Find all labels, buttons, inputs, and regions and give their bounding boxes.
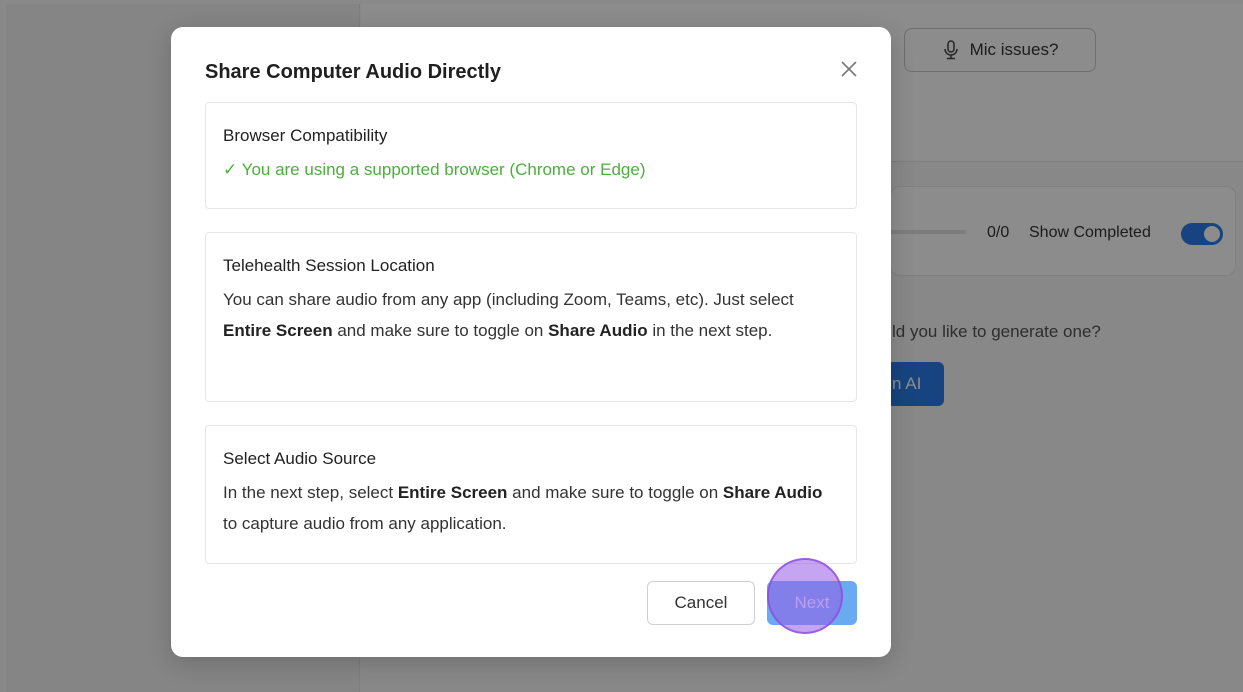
section-body: You can share audio from any app (includ… [223, 290, 794, 340]
session-location-section: Telehealth Session Location You can shar… [205, 232, 857, 402]
modal-title: Share Computer Audio Directly [205, 61, 501, 83]
browser-compatibility-section: Browser Compatibility ✓ You are using a … [205, 102, 857, 209]
share-audio-modal: Share Computer Audio Directly Browser Co… [171, 27, 891, 657]
section-title: Telehealth Session Location [223, 256, 435, 275]
close-button[interactable] [833, 53, 865, 85]
cancel-button[interactable]: Cancel [647, 581, 755, 625]
close-icon [841, 61, 857, 77]
next-button[interactable]: Next [767, 581, 857, 625]
section-title: Browser Compatibility [223, 126, 388, 145]
audio-source-section: Select Audio Source In the next step, se… [205, 425, 857, 564]
section-title: Select Audio Source [223, 449, 377, 468]
section-body: In the next step, select Entire Screen a… [223, 483, 823, 533]
compatibility-status: ✓ You are using a supported browser (Chr… [223, 160, 646, 179]
